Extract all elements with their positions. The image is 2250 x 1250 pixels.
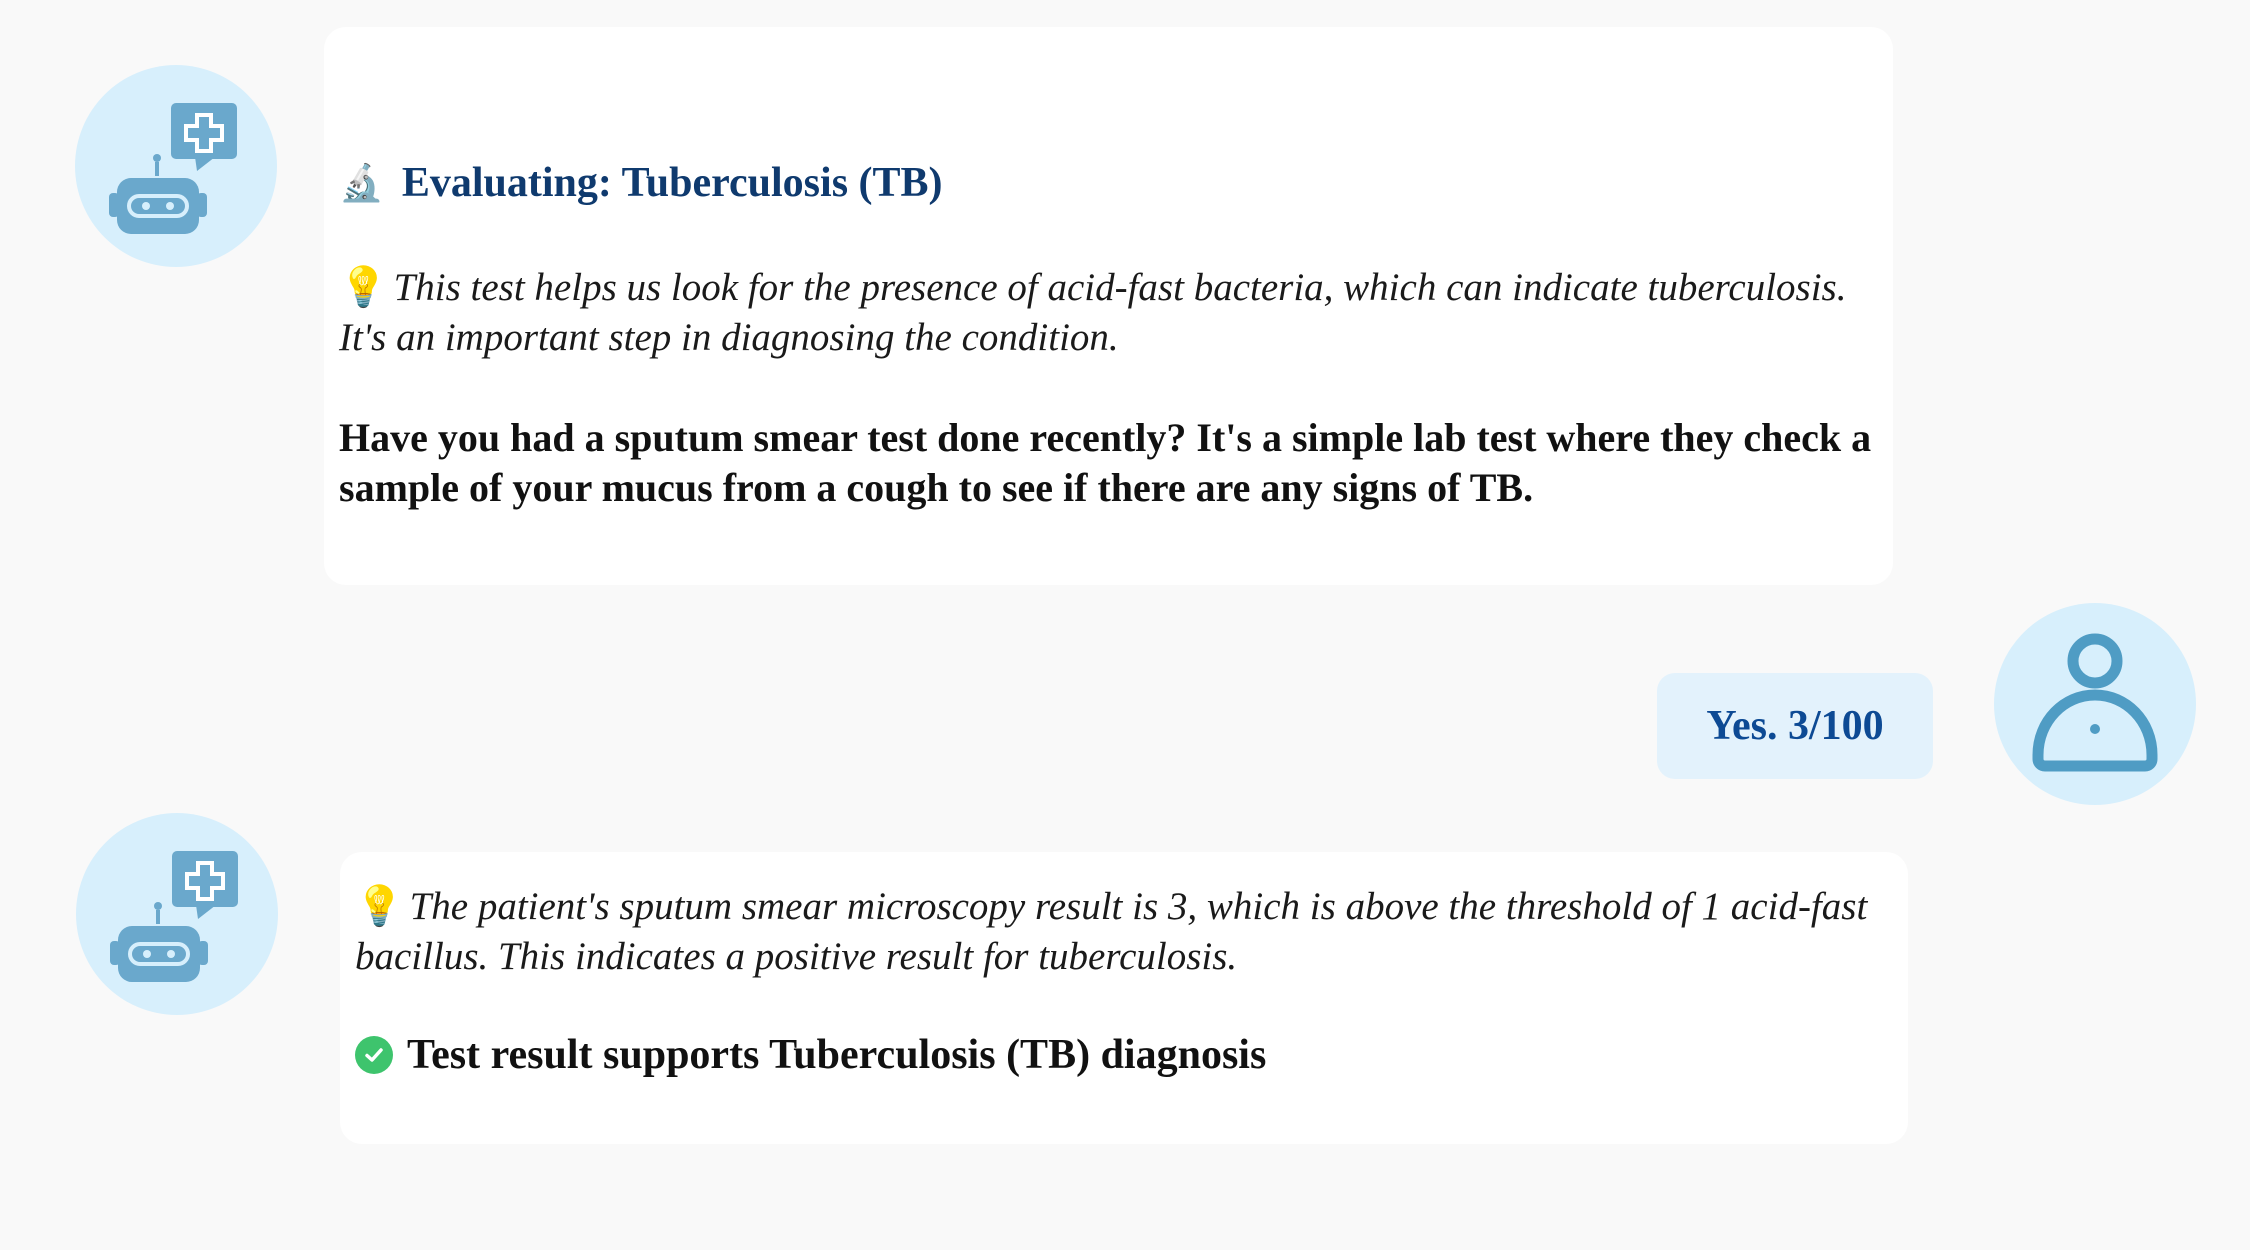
check-circle-icon (355, 1036, 393, 1074)
hint-text: The patient's sputum smear microscopy re… (355, 885, 1868, 978)
lightbulb-icon: 💡 (355, 885, 404, 928)
medical-bot-icon (110, 851, 238, 982)
bot-avatar (76, 813, 278, 1015)
bot-avatar (75, 65, 277, 267)
medical-bot-icon (109, 103, 237, 234)
user-avatar (1994, 603, 2196, 805)
user-message-text: Yes. 3/100 (1706, 703, 1884, 749)
result-text: Test result supports Tuberculosis (TB) d… (407, 1032, 1267, 1078)
hint-text-block: 💡 This test helps us look for the presenc… (339, 263, 1884, 363)
assistant-message-bubble: 💡 The patient's sputum smear microscopy r… (340, 852, 1908, 1144)
result-line: Test result supports Tuberculosis (TB) d… (355, 1031, 1266, 1079)
assistant-message-bubble: 🔬 Evaluating: Tuberculosis (TB) 💡 This te… (324, 27, 1893, 585)
hint-text-block: 💡 The patient's sputum smear microscopy r… (355, 882, 1900, 982)
evaluation-heading: 🔬 Evaluating: Tuberculosis (TB) (339, 159, 943, 207)
hint-text: This test helps us look for the presence… (339, 266, 1847, 359)
user-message-bubble: Yes. 3/100 (1657, 673, 1933, 779)
evaluation-heading-text: Evaluating: Tuberculosis (TB) (401, 160, 943, 206)
user-icon (2032, 633, 2158, 772)
lightbulb-icon: 💡 (339, 266, 388, 309)
microscope-icon: 🔬 (339, 163, 384, 203)
question-text: Have you had a sputum smear test done re… (339, 415, 1872, 510)
